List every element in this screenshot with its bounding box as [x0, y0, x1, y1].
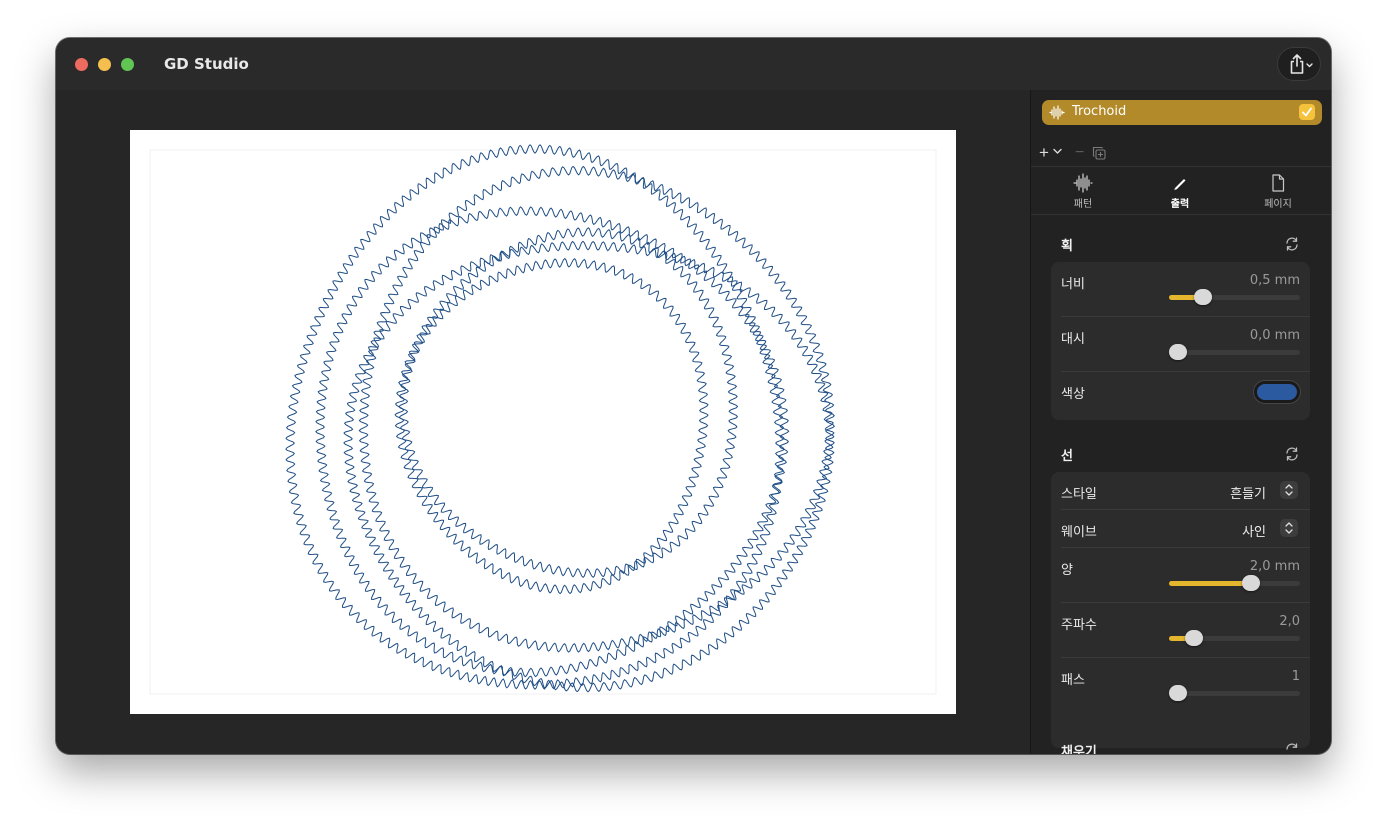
- line-wave-stepper[interactable]: [1280, 519, 1298, 537]
- close-window-button[interactable]: [75, 58, 88, 71]
- line-frequency-label: 주파수: [1061, 618, 1097, 633]
- line-wave-label: 웨이브: [1061, 525, 1097, 540]
- color-swatch: [1257, 384, 1297, 400]
- waveform-icon: [1073, 173, 1093, 193]
- stroke-dash-label: 대시: [1061, 332, 1085, 347]
- line-amount-row: 양 2,0 mm: [1051, 548, 1310, 603]
- duplicate-layer-icon[interactable]: [1092, 146, 1106, 160]
- tab-page-label: 페이지: [1264, 199, 1292, 210]
- layer-name: Trochoid: [1072, 104, 1127, 119]
- title-bar: GD Studio: [56, 38, 1331, 90]
- trochoid-ring: [358, 165, 835, 653]
- reset-icon[interactable]: [1284, 742, 1300, 754]
- slider-knob[interactable]: [1193, 289, 1212, 305]
- inspector-tabs: 패턴 출력 페이지: [1031, 167, 1331, 213]
- checkmark-icon: [1302, 107, 1312, 117]
- line-amount-slider[interactable]: [1169, 575, 1300, 591]
- minimize-window-button[interactable]: [98, 58, 111, 71]
- reset-icon[interactable]: [1284, 236, 1300, 252]
- layer-row-trochoid[interactable]: Trochoid: [1042, 100, 1322, 125]
- line-frequency-row: 주파수 2,0: [1051, 603, 1310, 658]
- zoom-window-button[interactable]: [121, 58, 134, 71]
- inspector-sidebar: Trochoid + − 패턴 출력 페이지 획 너비 0,5 mm 대시 0,…: [1030, 90, 1331, 754]
- line-frequency-value: 2,0: [1279, 614, 1300, 629]
- stroke-width-slider[interactable]: [1169, 289, 1300, 305]
- add-layer-button[interactable]: +: [1039, 144, 1049, 162]
- trochoid-drawing: [149, 144, 937, 695]
- tab-pattern-label: 패턴: [1073, 199, 1093, 210]
- paper-canvas[interactable]: [130, 130, 956, 714]
- app-window: GD Studio Trochoid + − 패턴 출력 페이지 획 너비 0,…: [56, 38, 1331, 754]
- remove-layer-button[interactable]: −: [1075, 144, 1084, 162]
- stroke-dash-value: 0,0 mm: [1249, 328, 1300, 343]
- line-style-label: 스타일: [1061, 487, 1097, 502]
- line-settings-card: 스타일 흔들기 웨이브 사인 양 2,0 mm 주파수 2,0 패스 1: [1051, 472, 1310, 748]
- slider-knob[interactable]: [1184, 630, 1203, 646]
- line-amount-label: 양: [1061, 563, 1073, 578]
- line-wave-value[interactable]: 사인: [1242, 521, 1266, 540]
- trochoid-ring: [343, 240, 835, 693]
- up-down-chevron-icon: [1285, 522, 1293, 534]
- tab-page[interactable]: 페이지: [1238, 167, 1318, 213]
- trochoid-ring: [394, 257, 709, 595]
- stroke-width-value: 0,5 mm: [1249, 273, 1300, 288]
- slider-knob[interactable]: [1169, 685, 1187, 701]
- stroke-dash-row: 대시 0,0 mm: [1051, 317, 1310, 372]
- stroke-dash-slider[interactable]: [1169, 344, 1300, 360]
- line-passes-value: 1: [1291, 669, 1300, 684]
- trochoid-paths: [285, 144, 835, 693]
- stroke-settings-card: 너비 0,5 mm 대시 0,0 mm 색상: [1051, 262, 1310, 420]
- line-passes-slider[interactable]: [1169, 685, 1300, 701]
- pen-icon: [1174, 179, 1186, 190]
- slider-knob[interactable]: [1169, 344, 1187, 360]
- chevron-down-icon[interactable]: [1053, 148, 1062, 155]
- tab-output-label: 출력: [1170, 199, 1190, 210]
- up-down-chevron-icon: [1285, 484, 1293, 496]
- stroke-width-row: 너비 0,5 mm: [1051, 262, 1310, 317]
- line-style-value[interactable]: 흔들기: [1230, 483, 1266, 502]
- app-title: GD Studio: [164, 55, 249, 73]
- slider-knob[interactable]: [1242, 575, 1261, 591]
- stroke-color-well[interactable]: [1253, 380, 1301, 404]
- line-passes-label: 패스: [1061, 673, 1085, 688]
- line-wave-row[interactable]: 웨이브 사인: [1051, 510, 1310, 548]
- tab-pattern[interactable]: 패턴: [1043, 167, 1123, 213]
- stroke-color-label: 색상: [1061, 387, 1085, 402]
- line-style-stepper[interactable]: [1280, 481, 1298, 499]
- stroke-section-title: 획: [1061, 239, 1073, 254]
- canvas-area[interactable]: [56, 90, 1030, 754]
- layer-visibility-checkbox[interactable]: [1299, 104, 1315, 120]
- line-section-title: 선: [1061, 449, 1073, 464]
- slider-fill: [1169, 581, 1252, 586]
- stroke-width-label: 너비: [1061, 277, 1085, 292]
- reset-icon[interactable]: [1284, 446, 1300, 462]
- fill-section-title: 채우기: [1061, 745, 1097, 754]
- line-style-row[interactable]: 스타일 흔들기: [1051, 472, 1310, 510]
- divider: [1031, 214, 1331, 215]
- line-passes-row: 패스 1: [1051, 658, 1310, 713]
- line-amount-value: 2,0 mm: [1249, 559, 1300, 574]
- trochoid-ring: [398, 227, 739, 578]
- page-icon: [1272, 174, 1285, 192]
- waveform-icon: [1049, 105, 1065, 120]
- share-icon: [1290, 54, 1313, 74]
- page-margin-guide: [149, 149, 937, 695]
- share-button[interactable]: [1277, 47, 1321, 81]
- line-frequency-slider[interactable]: [1169, 630, 1300, 646]
- tab-output[interactable]: 출력: [1140, 167, 1220, 213]
